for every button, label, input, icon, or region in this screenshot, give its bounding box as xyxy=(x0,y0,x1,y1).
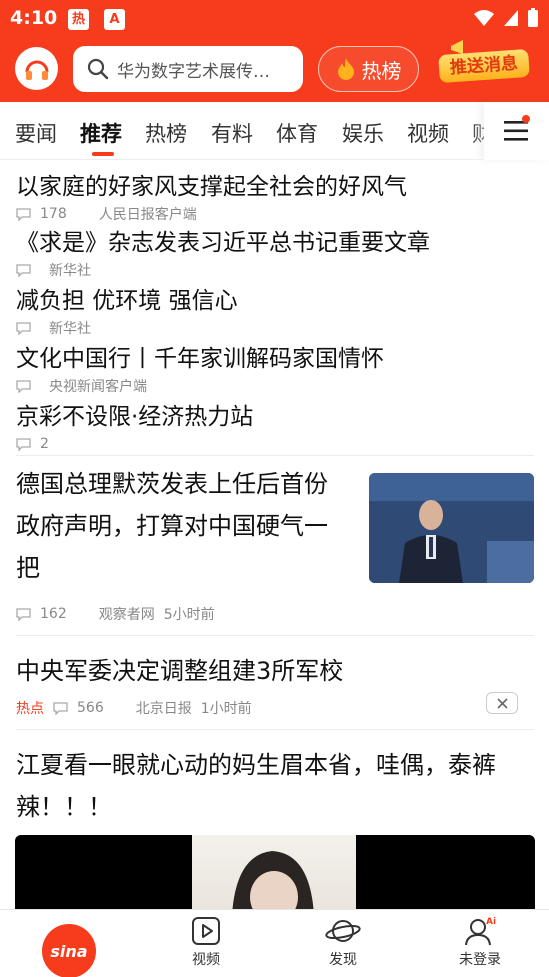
comment-icon xyxy=(53,701,68,715)
comment-count: 2 xyxy=(40,436,49,452)
publish-time: 5小时前 xyxy=(163,607,215,623)
search-placeholder: 华为数字艺术展传… xyxy=(117,61,270,82)
list-item[interactable]: 京彩不设限·经济热力站 2 xyxy=(16,397,536,453)
portrait-image xyxy=(232,851,314,909)
news-source: 新华社 xyxy=(49,321,91,337)
news-card-title-line: 辣！！！ xyxy=(16,793,112,821)
app-header: 4:10 热 A 华为数字艺术展传… 热榜 推送消息 xyxy=(0,0,549,102)
hot-notification-icon: 热 xyxy=(68,9,89,30)
list-item[interactable]: 《求是》杂志发表习近平总书记重要文章 新华社 xyxy=(16,223,536,279)
channel-tabs: 要闻 推荐 热榜 有料 体育 娱乐 视频 财 xyxy=(0,102,549,160)
news-card-meta: 162 观察者网 5小时前 xyxy=(16,605,215,623)
news-card-title: 中央军委决定调整组建3所军校 xyxy=(16,657,344,685)
news-card-meta: 热点 566 北京日报 1小时前 xyxy=(16,699,252,717)
news-source: 北京日报 xyxy=(135,701,192,717)
list-item-title: 《求是》杂志发表习近平总书记重要文章 xyxy=(16,230,430,256)
wifi-icon xyxy=(474,10,494,26)
news-source: 央视新闻客户端 xyxy=(49,379,147,395)
status-time: 4:10 xyxy=(10,7,58,29)
home-button[interactable]: sina xyxy=(42,924,96,977)
tab-recommend[interactable]: 推荐 xyxy=(80,118,122,148)
svg-text:Ai: Ai xyxy=(486,917,496,927)
nav-profile-label: 未登录 xyxy=(459,952,501,968)
news-card-title: 德国总理默茨发表上任后首份 政府声明，打算对中国硬气一 把 xyxy=(16,463,361,589)
push-message-button[interactable]: 推送消息 xyxy=(437,40,531,88)
news-feed: 以家庭的好家风支撑起全社会的好风气 178 人民日报客户端 《求是》杂志发表习近… xyxy=(0,161,549,909)
divider xyxy=(16,455,534,456)
comment-icon xyxy=(16,437,31,451)
channel-menu-button[interactable] xyxy=(484,102,549,160)
list-item[interactable]: 减负担 优环境 强信心 新华社 xyxy=(16,281,536,337)
comment-icon xyxy=(16,207,31,221)
news-source: 观察者网 xyxy=(98,607,155,623)
nav-video[interactable]: 视频 xyxy=(166,916,246,969)
news-card-title-line: 德国总理默茨发表上任后首份 xyxy=(16,470,328,498)
active-tab-indicator xyxy=(92,152,114,156)
dismiss-button[interactable] xyxy=(486,692,518,714)
news-card-title: 江夏看一眼就心动的妈生眉本省，哇偶，泰裤 辣！！！ xyxy=(16,744,536,828)
search-icon xyxy=(87,58,109,80)
comment-icon xyxy=(16,321,31,335)
divider xyxy=(16,729,534,730)
comment-icon xyxy=(16,607,31,621)
menu-notification-dot xyxy=(522,115,530,123)
list-item[interactable]: 以家庭的好家风支撑起全社会的好风气 178 人民日报客户端 xyxy=(16,167,536,223)
flame-icon xyxy=(337,58,354,80)
divider xyxy=(16,635,534,636)
video-frame xyxy=(192,835,356,909)
tab-youliao[interactable]: 有料 xyxy=(211,118,253,148)
news-card-title-line: 把 xyxy=(16,554,40,582)
tab-hot-list[interactable]: 热榜 xyxy=(145,118,187,148)
push-message-label: 推送消息 xyxy=(438,48,530,84)
status-bar: 4:10 热 A xyxy=(0,0,549,38)
list-item-title: 减负担 优环境 强信心 xyxy=(16,288,238,314)
comment-icon xyxy=(16,379,31,393)
nav-discover[interactable]: 发现 xyxy=(303,916,383,969)
list-item[interactable]: 文化中国行丨千年家训解码家国情怀 央视新闻客户端 xyxy=(16,339,536,395)
news-card-thumbnail xyxy=(369,473,534,583)
tab-entertainment[interactable]: 娱乐 xyxy=(342,118,384,148)
news-card-title-line: 江夏看一眼就心动的妈生眉本省，哇偶，泰裤 xyxy=(16,751,496,779)
app-notification-icon: A xyxy=(104,9,125,30)
comment-count: 566 xyxy=(77,700,104,716)
planet-icon xyxy=(325,920,361,942)
news-source: 人民日报客户端 xyxy=(98,207,197,223)
hot-list-label: 热榜 xyxy=(361,58,402,83)
bottom-navigation: sina 视频 发现 Ai 未登录 xyxy=(0,909,549,977)
speaker-photo-image xyxy=(369,473,534,583)
status-icons xyxy=(473,8,539,28)
list-item-title: 京彩不设限·经济热力站 xyxy=(16,404,254,430)
nav-profile[interactable]: Ai 未登录 xyxy=(440,916,520,969)
hamburger-menu-icon xyxy=(504,121,528,141)
comment-count: 178 xyxy=(40,206,67,222)
video-preview[interactable] xyxy=(15,835,535,909)
hot-list-button[interactable]: 热榜 xyxy=(318,46,419,92)
tab-news[interactable]: 要闻 xyxy=(15,118,57,148)
news-card-title-line: 政府声明，打算对中国硬气一 xyxy=(16,512,328,540)
publish-time: 1小时前 xyxy=(200,701,252,717)
user-ai-icon: Ai xyxy=(465,917,496,946)
nav-video-label: 视频 xyxy=(192,952,220,968)
comment-icon xyxy=(16,263,31,277)
close-icon xyxy=(496,697,508,709)
battery-icon xyxy=(528,8,538,27)
hot-tag: 热点 xyxy=(16,701,44,717)
listen-button[interactable] xyxy=(15,47,58,90)
list-item-title: 文化中国行丨千年家训解码家国情怀 xyxy=(16,346,384,372)
comment-count: 162 xyxy=(40,606,67,622)
signal-icon xyxy=(504,10,518,26)
nav-discover-label: 发现 xyxy=(329,952,357,968)
search-bar[interactable]: 华为数字艺术展传… xyxy=(73,46,303,92)
video-play-icon xyxy=(192,917,220,945)
news-source: 新华社 xyxy=(49,263,91,279)
tab-sports[interactable]: 体育 xyxy=(276,118,318,148)
tab-video[interactable]: 视频 xyxy=(407,118,449,148)
sina-logo: sina xyxy=(50,941,88,961)
list-item-title: 以家庭的好家风支撑起全社会的好风气 xyxy=(16,174,407,200)
headphones-icon xyxy=(25,60,48,80)
